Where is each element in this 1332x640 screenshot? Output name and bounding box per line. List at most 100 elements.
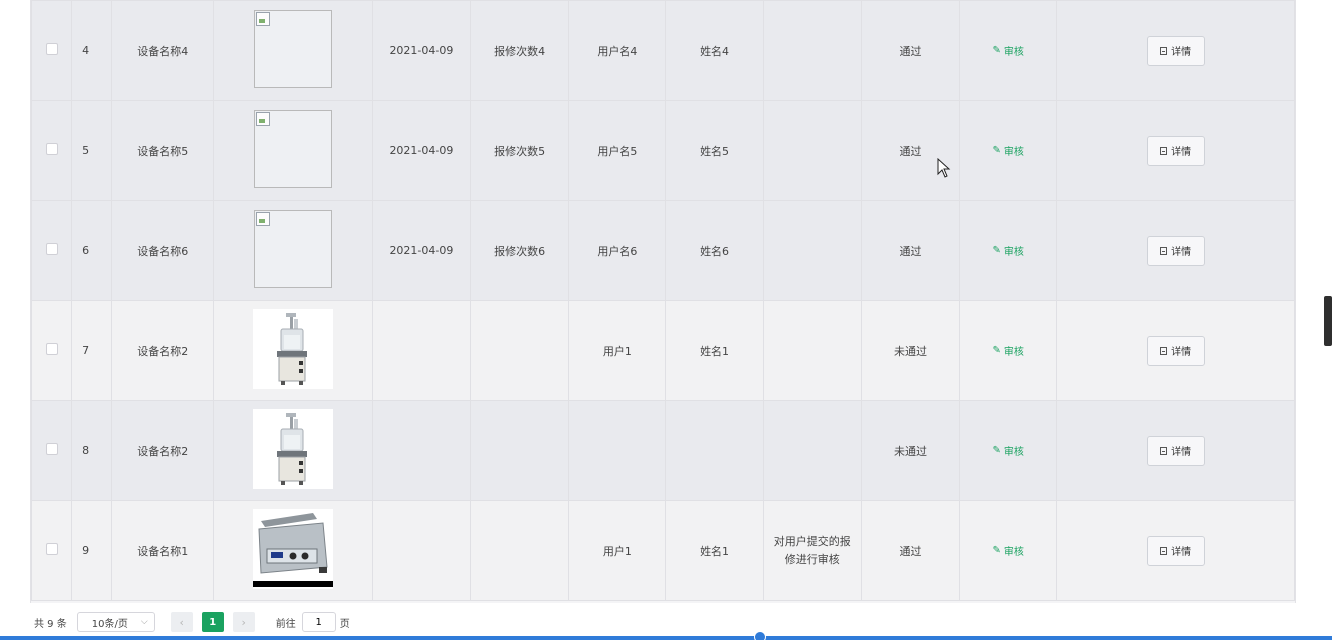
repair-date xyxy=(371,400,472,501)
remark-text xyxy=(762,300,862,401)
real-name: 姓名6 xyxy=(665,200,764,301)
mouse-cursor-icon xyxy=(937,158,951,178)
audit-link[interactable]: ✎ 审核 xyxy=(993,443,1024,458)
repair-count: 报修次数6 xyxy=(470,200,570,301)
bottom-progress-bar xyxy=(0,636,1332,640)
audit-label: 审核 xyxy=(1003,47,1024,58)
row-index: 8 xyxy=(71,400,113,501)
detail-label: 详情 xyxy=(1171,147,1192,158)
detail-label: 详情 xyxy=(1171,447,1192,458)
device-image-broken xyxy=(254,110,333,188)
detail-button[interactable]: 详情 xyxy=(1146,235,1205,266)
audit-status: 通过 xyxy=(860,100,961,201)
real-name: 姓名4 xyxy=(665,0,764,101)
goto-label: 前往 xyxy=(275,618,296,630)
repair-date: 2021-04-09 xyxy=(371,200,472,301)
audit-label: 审核 xyxy=(1003,247,1024,258)
audit-cell: ✎ 审核 xyxy=(959,100,1058,201)
document-icon xyxy=(1160,246,1168,255)
username xyxy=(568,400,667,501)
next-page-button[interactable]: › xyxy=(232,612,255,632)
row-checkbox[interactable] xyxy=(45,443,58,455)
vertical-scrollbar-thumb[interactable] xyxy=(1324,296,1332,346)
prev-page-button[interactable]: ‹ xyxy=(170,612,193,632)
audit-link[interactable]: ✎ 审核 xyxy=(993,243,1024,258)
page-suffix: 页 xyxy=(339,618,350,630)
repair-date: 2021-04-09 xyxy=(371,100,472,201)
audit-cell: ✎ 审核 xyxy=(959,300,1058,401)
row-checkbox-cell xyxy=(30,500,73,601)
row-index: 4 xyxy=(71,0,113,101)
repair-count xyxy=(470,400,570,501)
document-icon xyxy=(1160,146,1168,155)
repair-table-panel: 4 设备名称4 2021-04-09 报修次数4 用户名4 姓名4 通过 ✎ 审核 详情 5 设备名… xyxy=(30,0,1296,603)
device-image-cell xyxy=(213,300,373,401)
audit-link[interactable]: ✎ 审核 xyxy=(993,43,1024,58)
repair-date xyxy=(371,300,472,401)
device-image-apparatus xyxy=(253,409,334,489)
row-checkbox-cell xyxy=(30,300,73,401)
detail-button[interactable]: 详情 xyxy=(1146,335,1205,366)
row-checkbox-cell xyxy=(30,100,73,201)
audit-link[interactable]: ✎ 审核 xyxy=(993,543,1024,558)
detail-label: 详情 xyxy=(1171,247,1192,258)
detail-button[interactable]: 详情 xyxy=(1146,435,1205,466)
device-name: 设备名称5 xyxy=(111,100,215,201)
device-name: 设备名称4 xyxy=(111,0,215,101)
audit-label: 审核 xyxy=(1003,147,1024,158)
page-number-current[interactable]: 1 xyxy=(201,612,224,632)
row-checkbox-cell xyxy=(30,200,73,301)
page-size-select[interactable]: 10条/页 ⌵ xyxy=(76,612,155,632)
device-name: 设备名称6 xyxy=(111,200,215,301)
page-size-value: 10条/页 xyxy=(91,618,128,630)
device-image-cell xyxy=(213,500,373,601)
row-checkbox[interactable] xyxy=(45,43,58,55)
pagination: 共 9 条 10条/页 ⌵ ‹ 1 › 前往 页 xyxy=(34,611,350,633)
table-row: 8 设备名称2 未通过 ✎ 审核 详情 xyxy=(30,400,1295,501)
repair-count: 报修次数5 xyxy=(470,100,570,201)
table-row: 7 设备名称2 用户1 姓名1 未通过 ✎ 审核 详情 xyxy=(30,300,1295,401)
detail-button[interactable]: 详情 xyxy=(1146,535,1205,566)
document-icon xyxy=(1160,46,1168,55)
device-name: 设备名称1 xyxy=(111,500,215,601)
table-row: 4 设备名称4 2021-04-09 报修次数4 用户名4 姓名4 通过 ✎ 审核 详情 xyxy=(30,0,1295,101)
repair-date xyxy=(371,500,472,601)
actions-cell: 详情 xyxy=(1056,0,1295,101)
row-checkbox[interactable] xyxy=(45,243,58,255)
bottom-progress-knob[interactable] xyxy=(754,631,766,640)
device-image-cell xyxy=(213,400,373,501)
pencil-icon: ✎ xyxy=(992,345,1001,356)
audit-link[interactable]: ✎ 审核 xyxy=(993,343,1024,358)
username: 用户名5 xyxy=(568,100,667,201)
audit-status: 未通过 xyxy=(860,400,961,501)
detail-button[interactable]: 详情 xyxy=(1146,135,1205,166)
audit-status: 通过 xyxy=(860,200,961,301)
pencil-icon: ✎ xyxy=(992,45,1001,56)
device-image-ultrasonic-cleaner xyxy=(253,509,334,589)
device-image-cell xyxy=(213,200,373,301)
row-index: 9 xyxy=(71,500,113,601)
remark-text xyxy=(762,400,862,501)
audit-link[interactable]: ✎ 审核 xyxy=(993,143,1024,158)
goto-page-input[interactable] xyxy=(301,612,336,632)
repair-table: 4 设备名称4 2021-04-09 报修次数4 用户名4 姓名4 通过 ✎ 审核 详情 5 设备名… xyxy=(30,0,1295,601)
row-checkbox[interactable] xyxy=(45,543,58,555)
repair-count: 报修次数4 xyxy=(470,0,570,101)
detail-button[interactable]: 详情 xyxy=(1146,35,1205,66)
page-viewport: 4 设备名称4 2021-04-09 报修次数4 用户名4 姓名4 通过 ✎ 审核 详情 5 设备名… xyxy=(0,0,1332,640)
detail-label: 详情 xyxy=(1171,47,1192,58)
remark-text xyxy=(762,200,862,301)
table-row: 6 设备名称6 2021-04-09 报修次数6 用户名6 姓名6 通过 ✎ 审核 详情 xyxy=(30,200,1295,301)
table-row: 5 设备名称5 2021-04-09 报修次数5 用户名5 姓名5 通过 ✎ 审核 详情 xyxy=(30,100,1295,201)
row-checkbox[interactable] xyxy=(45,143,58,155)
row-checkbox[interactable] xyxy=(45,343,58,355)
audit-status: 通过 xyxy=(860,500,961,601)
document-icon xyxy=(1160,546,1168,555)
device-image-broken xyxy=(254,210,333,288)
audit-label: 审核 xyxy=(1003,447,1024,458)
actions-cell: 详情 xyxy=(1056,300,1295,401)
audit-label: 审核 xyxy=(1003,547,1024,558)
document-icon xyxy=(1160,446,1168,455)
username: 用户1 xyxy=(568,300,667,401)
repair-count xyxy=(470,300,570,401)
